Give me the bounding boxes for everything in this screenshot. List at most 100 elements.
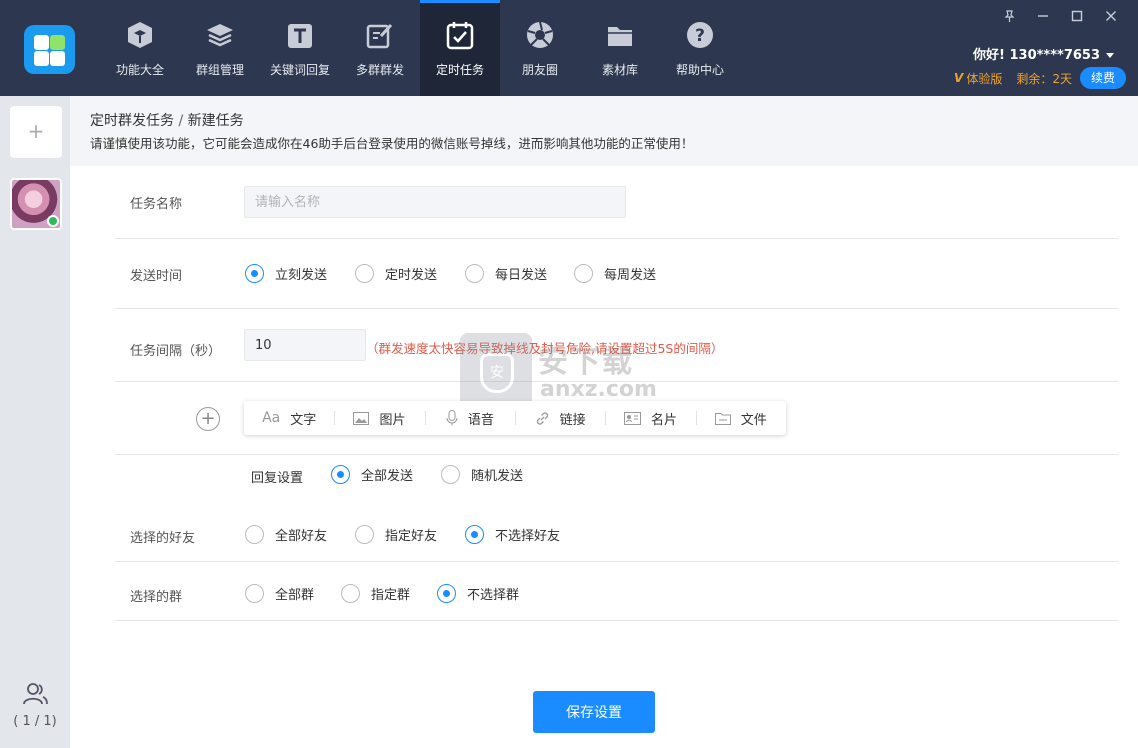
nav-label: 多群群发	[355, 63, 404, 77]
radio-label: 指定群	[371, 588, 411, 603]
content-toolbar: Aa 文字 图片 语音 链接 名片 文件	[244, 401, 786, 435]
cube-icon	[128, 22, 152, 48]
warning-text: 请谨慎使用该功能，它可能会造成你在46助手后台登录使用的微信账号掉线，进而影响其…	[90, 136, 694, 151]
radio-friends-specified[interactable]: 指定好友	[355, 525, 437, 544]
account-avatar[interactable]	[10, 178, 62, 230]
renew-button[interactable]: 续费	[1080, 67, 1126, 89]
user-menu[interactable]: 你好! 130****7653	[973, 44, 1114, 63]
window-controls	[992, 6, 1128, 26]
tool-card[interactable]: 名片	[605, 409, 695, 428]
nav-label: 素材库	[601, 63, 638, 77]
groups-label: 选择的群	[130, 590, 183, 605]
radio-groups-all[interactable]: 全部群	[245, 584, 314, 603]
radio-label: 立刻发送	[275, 268, 328, 283]
nav-item-materials[interactable]: 素材库	[580, 0, 660, 96]
main-nav: 功能大全 群组管理 关键词回复 多群群发 定时任务 朋友圈 素材库 ? 帮助中心	[100, 0, 740, 96]
nav-item-moments[interactable]: 朋友圈	[500, 0, 580, 96]
radio-label: 指定好友	[385, 529, 438, 544]
nav-label: 功能大全	[115, 63, 164, 77]
interval-input[interactable]	[244, 329, 366, 361]
add-content-button[interactable]: +	[196, 407, 220, 431]
reply-settings-label: 回复设置	[251, 471, 304, 486]
minimize-icon[interactable]	[1026, 6, 1060, 26]
tool-label: 链接	[559, 412, 586, 428]
tool-file[interactable]: 文件	[695, 409, 786, 428]
breadcrumb: 定时群发任务 / 新建任务	[90, 110, 244, 130]
mic-icon	[446, 410, 458, 426]
radio-circle	[465, 264, 484, 283]
radio-label: 每周发送	[604, 268, 657, 283]
radio-groups-none[interactable]: 不选择群	[437, 584, 519, 603]
nav-label: 朋友圈	[521, 63, 558, 77]
radio-friends-all[interactable]: 全部好友	[245, 525, 327, 544]
tool-label: 图片	[379, 412, 406, 428]
nav-label: 关键词回复	[269, 63, 330, 77]
edition-label: 体验版	[966, 71, 1003, 86]
radio-label: 每日发送	[495, 268, 548, 283]
radio-label: 定时发送	[385, 268, 438, 283]
account-sidebar: + ( 1 / 1)	[0, 96, 70, 748]
radio-circle	[437, 584, 456, 603]
nav-item-help[interactable]: ? 帮助中心	[660, 0, 740, 96]
save-settings-button[interactable]: 保存设置	[533, 691, 655, 733]
account-count-label: ( 1 / 1)	[13, 714, 57, 729]
radio-reply-all[interactable]: 全部发送	[331, 465, 413, 484]
radio-circle	[441, 465, 460, 484]
chevron-down-icon	[1106, 53, 1114, 58]
tool-image[interactable]: 图片	[334, 409, 424, 428]
radio-send-now[interactable]: 立刻发送	[245, 264, 327, 283]
radio-circle	[574, 264, 593, 283]
page-header: 定时群发任务 / 新建任务 请谨慎使用该功能，它可能会造成你在46助手后台登录使…	[70, 96, 1138, 166]
radio-label: 全部好友	[275, 529, 328, 544]
nav-item-scheduled-tasks[interactable]: 定时任务	[420, 0, 500, 96]
form-row-friends: 选择的好友 全部好友 指定好友 不选择好友	[115, 503, 1118, 562]
radio-send-daily[interactable]: 每日发送	[465, 264, 547, 283]
task-name-input[interactable]	[244, 186, 626, 218]
account-count[interactable]: ( 1 / 1)	[0, 682, 70, 729]
nav-item-keyword-reply[interactable]: 关键词回复	[260, 0, 340, 96]
tool-label: 语音	[467, 412, 494, 428]
interval-hint: （群发速度太快容易导致掉线及封号危险,请设置超过5S的间隔）	[366, 341, 724, 356]
radio-send-scheduled[interactable]: 定时发送	[355, 264, 437, 283]
radio-friends-none[interactable]: 不选择好友	[465, 525, 560, 544]
app-logo	[24, 25, 75, 74]
calendar-check-icon	[446, 22, 474, 50]
online-status-dot	[47, 215, 59, 227]
form-row-task-name: 任务名称	[115, 166, 1118, 239]
nav-label: 群组管理	[195, 63, 244, 77]
radio-label: 不选择群	[467, 588, 520, 603]
nav-label: 定时任务	[435, 63, 484, 77]
user-greeting: 你好! 130****7653	[973, 48, 1100, 63]
tool-label: 名片	[650, 412, 677, 428]
add-account-button[interactable]: +	[10, 106, 62, 158]
nav-item-multi-group-send[interactable]: 多群群发	[340, 0, 420, 96]
top-bar: 功能大全 群组管理 关键词回复 多群群发 定时任务 朋友圈 素材库 ? 帮助中心	[0, 0, 1138, 96]
radio-circle	[465, 525, 484, 544]
radio-send-weekly[interactable]: 每周发送	[574, 264, 656, 283]
close-icon[interactable]	[1094, 6, 1128, 26]
file-icon	[714, 412, 731, 425]
tool-label: 文字	[290, 412, 317, 428]
tool-voice[interactable]: 语音	[424, 409, 515, 428]
layers-icon	[207, 24, 233, 47]
nav-item-features[interactable]: 功能大全	[100, 0, 180, 96]
tool-text[interactable]: Aa 文字	[244, 409, 334, 428]
trial-edition: V 体验版	[954, 70, 1002, 87]
nav-item-groups[interactable]: 群组管理	[180, 0, 260, 96]
svg-text:?: ?	[695, 26, 705, 46]
breadcrumb-parent[interactable]: 定时群发任务	[90, 113, 174, 129]
image-icon	[353, 411, 370, 425]
maximize-icon[interactable]	[1060, 6, 1094, 26]
text-t-icon	[288, 24, 312, 48]
breadcrumb-current: 新建任务	[187, 113, 244, 129]
radio-reply-random[interactable]: 随机发送	[441, 465, 523, 484]
pin-icon[interactable]	[992, 6, 1026, 26]
text-aa-icon: Aa	[262, 410, 281, 426]
radio-groups-specified[interactable]: 指定群	[341, 584, 410, 603]
tool-link[interactable]: 链接	[514, 409, 605, 428]
interval-label: 任务间隔（秒）	[130, 344, 222, 359]
task-name-label: 任务名称	[130, 197, 183, 212]
radio-circle	[245, 584, 264, 603]
radio-label: 不选择好友	[495, 529, 561, 544]
form-row-send-time: 发送时间 立刻发送 定时发送 每日发送 每周发送	[115, 239, 1118, 309]
